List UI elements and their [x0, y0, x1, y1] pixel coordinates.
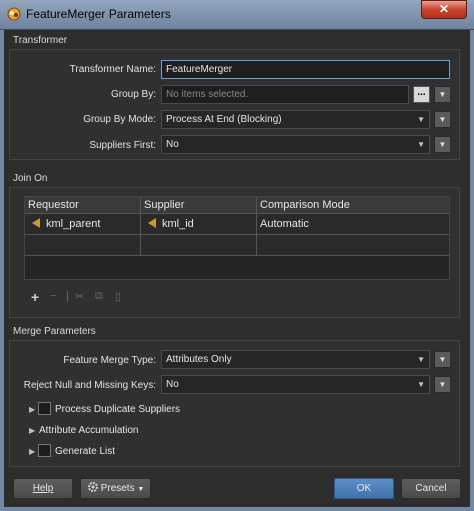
close-button[interactable]: ✕ [421, 0, 467, 19]
cut-icon[interactable]: ✂ [75, 290, 84, 303]
gear-icon [87, 482, 98, 492]
expand-arrow-icon[interactable]: ▶ [29, 447, 35, 456]
arrow-down-icon: ▼ [438, 115, 447, 124]
arrow-down-icon: ▼ [438, 380, 447, 389]
column-header-comparison-mode[interactable]: Comparison Mode [257, 197, 449, 214]
expand-arrow-icon[interactable]: ▶ [29, 426, 35, 435]
transformer-name-label: Transformer Name: [69, 64, 156, 75]
copy-icon[interactable]: ⧉ [95, 290, 103, 303]
supplier-value: kml_id [162, 218, 194, 230]
ok-button[interactable]: OK [334, 478, 394, 499]
generate-list-checkbox[interactable] [38, 444, 51, 457]
table-empty-cell[interactable] [257, 235, 449, 256]
suppliers-first-value: No [166, 139, 179, 150]
attribute-pin-icon [32, 218, 40, 228]
column-header-supplier[interactable]: Supplier [141, 197, 257, 214]
reject-null-label: Reject Null and Missing Keys: [23, 380, 156, 391]
group-by-mode-value: Process At End (Blocking) [166, 114, 282, 125]
toolbar-separator: | [66, 290, 69, 302]
expand-arrow-icon[interactable]: ▶ [29, 405, 35, 414]
feature-merge-type-value: Attributes Only [166, 354, 232, 365]
group-by-mode-select[interactable]: Process At End (Blocking) ▼ [161, 110, 430, 129]
help-button[interactable]: Help [13, 478, 73, 499]
group-by-label: Group By: [110, 89, 156, 100]
transformer-section-label: Transformer [13, 35, 68, 46]
requestor-value: kml_parent [46, 218, 101, 230]
arrow-down-icon: ▼ [438, 90, 447, 99]
process-duplicate-suppliers-label: Process Duplicate Suppliers [55, 404, 181, 415]
join-on-section-label: Join On [13, 173, 48, 184]
merge-section-label: Merge Parameters [13, 326, 96, 337]
feature-merge-type-options-button[interactable]: ▼ [434, 351, 451, 368]
group-by-field[interactable]: No items selected. [161, 85, 409, 104]
feature-merge-type-select[interactable]: Attributes Only ▼ [161, 350, 430, 369]
group-by-options-button[interactable]: ▼ [434, 86, 451, 103]
arrow-down-icon: ▼ [438, 355, 447, 364]
suppliers-first-options-button[interactable]: ▼ [434, 136, 451, 153]
window-title: FeatureMerger Parameters [26, 7, 171, 21]
chevron-down-icon: ▼ [417, 380, 425, 389]
table-cell-requestor[interactable]: kml_parent [25, 214, 141, 235]
table-empty-cell[interactable] [141, 235, 257, 256]
close-icon: ✕ [438, 2, 450, 16]
table-empty-cell[interactable] [25, 235, 141, 256]
cancel-button[interactable]: Cancel [401, 478, 461, 499]
chevron-down-icon: ▼ [417, 115, 425, 124]
table-cell-supplier[interactable]: kml_id [141, 214, 257, 235]
process-duplicate-suppliers-checkbox[interactable] [38, 402, 51, 415]
help-button-label: Help [32, 483, 54, 494]
paste-icon[interactable]: ▯ [115, 290, 121, 303]
generate-list-label: Generate List [55, 446, 116, 457]
table-cell-comparison-mode[interactable]: Automatic [257, 214, 449, 235]
group-by-mode-options-button[interactable]: ▼ [434, 111, 451, 128]
group-by-browse-button[interactable]: ... [413, 86, 430, 103]
presets-button-label: Presets [100, 483, 135, 494]
arrow-down-icon: ▼ [438, 140, 447, 149]
attribute-pin-icon [148, 218, 156, 228]
group-by-mode-label: Group By Mode: [83, 114, 156, 125]
column-header-requestor[interactable]: Requestor [25, 197, 141, 214]
title-bar: FeatureMerger Parameters ✕ [0, 0, 474, 30]
add-row-button[interactable]: + [31, 289, 39, 305]
suppliers-first-label: Suppliers First: [89, 140, 156, 151]
suppliers-first-select[interactable]: No ▼ [161, 135, 430, 154]
chevron-down-icon: ▼ [417, 355, 425, 364]
fme-app-icon [7, 7, 21, 21]
reject-null-options-button[interactable]: ▼ [434, 376, 451, 393]
chevron-down-icon: ▼ [137, 486, 145, 493]
attribute-accumulation-label[interactable]: Attribute Accumulation [39, 425, 139, 436]
chevron-down-icon: ▼ [417, 140, 425, 149]
reject-null-value: No [166, 379, 179, 390]
join-on-table: Requestor Supplier Comparison Mode kml_p… [24, 196, 450, 280]
reject-null-select[interactable]: No ▼ [161, 375, 430, 394]
transformer-name-field[interactable]: FeatureMerger [161, 60, 450, 79]
presets-button[interactable]: Presets ▼ [80, 478, 151, 499]
feature-merge-type-label: Feature Merge Type: [63, 355, 156, 366]
remove-row-button[interactable]: − [50, 290, 56, 302]
